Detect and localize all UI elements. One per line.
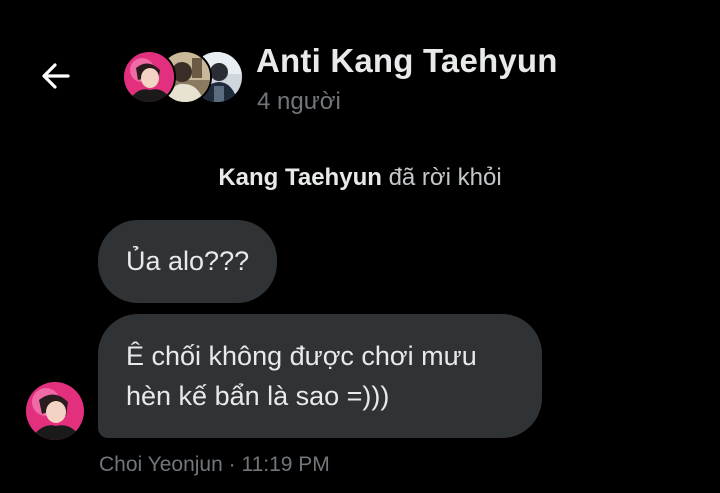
group-member-avatar-1 [122, 50, 176, 104]
message-text: Ê chối không được chơi mưu hèn kế bẩn là… [126, 341, 477, 411]
group-avatar-stack[interactable] [122, 50, 244, 104]
message-bubble[interactable]: Ê chối không được chơi mưu hèn kế bẩn là… [98, 314, 542, 438]
conversation-title: Anti Kang Taehyun [256, 42, 558, 79]
sender-name[interactable]: Choi Yeonjun [99, 453, 223, 476]
system-message-text: đã rời khỏi [388, 164, 502, 191]
message-bubble[interactable]: Ủa alo??? [98, 220, 278, 303]
sender-avatar[interactable] [26, 382, 84, 440]
message-time: 11:19 PM [241, 453, 330, 476]
meta-separator: · [222, 453, 242, 476]
member-count: 4 người [257, 88, 341, 115]
system-message: Kang Taehyun đã rời khỏi [0, 164, 720, 192]
message-meta: Choi Yeonjun · 11:19 PM [99, 453, 330, 477]
back-button[interactable] [36, 58, 76, 98]
message-text: Ủa alo??? [126, 246, 250, 276]
system-message-user: Kang Taehyun [218, 164, 382, 191]
arrow-left-icon [38, 58, 74, 99]
